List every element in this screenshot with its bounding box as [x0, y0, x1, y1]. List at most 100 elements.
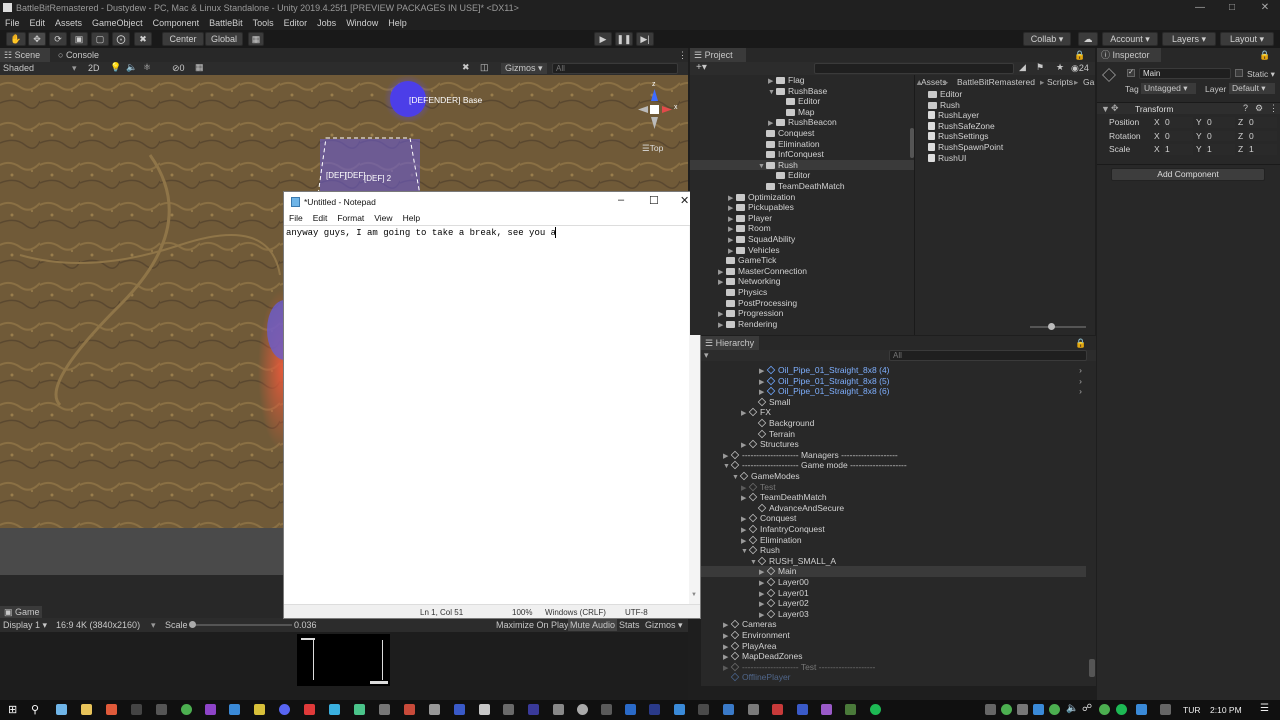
camera-icon[interactable]: ◫ — [480, 62, 489, 73]
axis-label[interactable]: Z — [1238, 117, 1243, 128]
project-search-input[interactable] — [814, 63, 1014, 74]
notepad-menu-item[interactable]: File — [284, 212, 308, 225]
filter-type-icon[interactable]: ◢ — [1019, 62, 1026, 73]
static-checkbox[interactable] — [1235, 69, 1243, 77]
app-icon-blue2[interactable] — [723, 704, 734, 715]
hierarchy-item[interactable]: ▼ GameModes — [701, 471, 1086, 482]
project-folder-item[interactable]: ▶ Optimization — [690, 192, 914, 203]
static-label[interactable]: Static ▾ — [1247, 69, 1275, 80]
rotation-field[interactable]: 0 — [1247, 130, 1277, 142]
notepad-minimize-button[interactable]: – — [618, 194, 624, 206]
rotate-tool-icon[interactable]: ⟳ — [49, 32, 67, 46]
menu-item[interactable]: GameObject — [87, 16, 148, 30]
project-folder-item[interactable]: ▶ Vehicles — [690, 245, 914, 256]
project-folder-item[interactable]: ▶ RushBeacon — [690, 117, 914, 128]
rotation-field[interactable]: 0 — [1163, 130, 1193, 142]
search-icon[interactable]: ⚲ — [31, 703, 39, 716]
position-field[interactable]: 0 — [1247, 117, 1277, 128]
inspector-lock-icon[interactable]: 🔒 — [1255, 48, 1279, 62]
menu-item[interactable]: Help — [383, 16, 412, 30]
scale-slider[interactable] — [189, 621, 292, 628]
hierarchy-item[interactable]: OfflinePlayer — [701, 672, 1086, 683]
project-folder-item[interactable]: ▶ SquadAbility — [690, 234, 914, 245]
hierarchy-item[interactable]: Background — [701, 418, 1086, 429]
aspect-dropdown[interactable]: 16:9 4K (3840x2160) — [56, 620, 140, 630]
axis-label[interactable]: Y — [1196, 144, 1202, 155]
project-asset-item[interactable]: RushUI — [928, 153, 966, 164]
menu-item[interactable]: Editor — [279, 16, 313, 30]
visual-studio-icon[interactable] — [205, 704, 216, 715]
project-folder-item[interactable]: ▼ Rush — [690, 159, 914, 171]
active-checkbox[interactable]: ✓ — [1127, 69, 1135, 77]
hierarchy-item[interactable]: ▶ Test — [701, 482, 1086, 493]
menu-item[interactable]: Tools — [248, 16, 279, 30]
breadcrumb-item[interactable]: Ga — [1083, 77, 1094, 87]
hierarchy-item[interactable]: ▼ RUSH_SMALL_A — [701, 556, 1086, 567]
project-folder-item[interactable]: ▶ Flag — [690, 75, 914, 86]
app-icon-box[interactable] — [601, 704, 612, 715]
scale-field[interactable]: 1 — [1205, 144, 1235, 155]
axis-label[interactable]: Y — [1196, 131, 1202, 142]
scale-slider-thumb[interactable] — [189, 621, 196, 628]
app-icon-white[interactable] — [479, 704, 490, 715]
vscode-icon[interactable] — [229, 704, 240, 715]
notepad-close-button[interactable]: ✕ — [680, 194, 689, 207]
app-icon-grey2[interactable] — [553, 704, 564, 715]
axis-label[interactable]: X — [1154, 131, 1160, 142]
hierarchy-scrollbar[interactable] — [1089, 659, 1095, 677]
hierarchy-item[interactable]: Small — [701, 397, 1086, 408]
app-icon-green[interactable] — [845, 704, 856, 715]
hierarchy-item[interactable]: ▶ Main — [701, 566, 1086, 577]
maximize-on-play-toggle[interactable]: Maximize On Play — [496, 620, 569, 630]
app-icon-v[interactable] — [625, 704, 636, 715]
project-folder-item[interactable]: Editor — [690, 96, 914, 107]
menu-item[interactable]: BattleBit — [204, 16, 248, 30]
maximize-button[interactable]: □ — [1217, 0, 1247, 16]
menu-item[interactable]: Edit — [25, 16, 51, 30]
menu-item[interactable]: Assets — [50, 16, 87, 30]
hidden-objects-count[interactable]: ⊘0 — [172, 63, 185, 74]
stats-toggle[interactable]: Stats — [619, 620, 640, 630]
lighting-icon[interactable]: 💡 — [110, 62, 121, 73]
tools-icon[interactable]: ✖ — [462, 62, 470, 73]
axis-label[interactable]: Y — [1196, 117, 1202, 128]
position-field[interactable]: 0 — [1163, 117, 1193, 128]
favorites-icon[interactable]: ★ — [1056, 62, 1064, 73]
hierarchy-item[interactable]: ▶ Layer03 — [701, 609, 1086, 620]
pivot-center-button[interactable]: Center — [162, 32, 204, 46]
app-icon-blue[interactable] — [454, 704, 465, 715]
scale-tool-icon[interactable]: ▣ — [70, 32, 88, 46]
project-asset-item[interactable]: Editor — [928, 89, 962, 100]
notepad-menu-item[interactable]: View — [369, 212, 397, 225]
app-icon-navy[interactable] — [528, 704, 539, 715]
media-icon[interactable] — [304, 704, 315, 715]
tab-hierarchy[interactable]: ☰ Hierarchy — [701, 336, 759, 350]
game-gizmos-dropdown[interactable]: Gizmos ▾ — [645, 620, 683, 631]
hierarchy-item[interactable]: ▶ Conquest — [701, 513, 1086, 524]
app-icon-gray[interactable] — [429, 704, 440, 715]
hierarchy-create-icon[interactable]: ▾ — [704, 350, 709, 361]
hierarchy-item[interactable]: ▶ Cameras — [701, 619, 1086, 630]
tag-dropdown[interactable]: Untagged ▾ — [1141, 83, 1196, 94]
clock[interactable]: 2:10 PM — [1210, 705, 1242, 715]
position-field[interactable]: 0 — [1205, 117, 1235, 128]
project-asset-item[interactable]: RushLayer — [928, 110, 979, 121]
chrome-icon[interactable] — [181, 704, 192, 715]
breadcrumb-item[interactable]: Scripts — [1047, 77, 1073, 87]
tray-spotify-icon[interactable] — [1116, 704, 1127, 715]
app-icon-purple[interactable] — [821, 704, 832, 715]
pivot-global-button[interactable]: Global — [205, 32, 243, 46]
menu-item[interactable]: Component — [148, 16, 205, 30]
project-folder-item[interactable]: GameTick — [690, 255, 914, 266]
tray-icon-8[interactable] — [1160, 704, 1171, 715]
breadcrumb-item[interactable]: Assets — [921, 77, 947, 87]
project-folder-item[interactable]: ▶ MasterConnection — [690, 266, 914, 277]
tray-icon-1[interactable] — [985, 704, 996, 715]
breadcrumb-item[interactable]: BattleBitRemastered — [957, 77, 1035, 87]
layout-dropdown[interactable]: Layout ▾ — [1220, 32, 1274, 46]
scene-search-input[interactable] — [552, 63, 678, 74]
orientation-gizmo[interactable]: z x ☰Top — [636, 81, 680, 153]
icon-size-thumb[interactable] — [1048, 323, 1055, 330]
filter-label-icon[interactable]: ⚑ — [1036, 62, 1044, 73]
collab-dropdown[interactable]: Collab ▾ — [1023, 32, 1071, 46]
